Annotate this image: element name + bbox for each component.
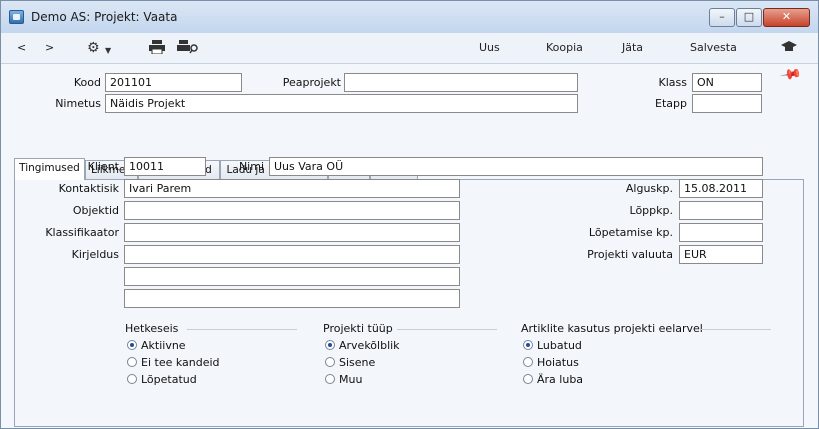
type-radio-internal[interactable]: Sisene bbox=[325, 356, 375, 369]
class-field[interactable]: ON bbox=[692, 73, 762, 92]
client-name-field[interactable]: Uus Vara OÜ bbox=[269, 157, 763, 176]
classifier-label: Klassifikaator bbox=[45, 226, 119, 239]
radio-selected-icon bbox=[127, 340, 137, 350]
radio-icon bbox=[523, 374, 533, 384]
code-field[interactable]: 201101 bbox=[105, 73, 242, 92]
window: Demo AS: Projekt: Vaata – □ ✕ < > ⚙ ▼ Uu… bbox=[0, 0, 819, 429]
radio-selected-icon bbox=[523, 340, 533, 350]
currency-field[interactable]: EUR bbox=[679, 245, 763, 264]
end-date-label: Lõppkp. bbox=[629, 204, 673, 217]
name-label: Nimetus bbox=[55, 97, 101, 110]
type-radio-other[interactable]: Muu bbox=[325, 373, 362, 386]
classifier-field[interactable] bbox=[124, 223, 460, 242]
items-radio-allowed[interactable]: Lubatud bbox=[523, 339, 582, 352]
app-icon bbox=[9, 10, 24, 24]
type-group-title: Projekti tüüp bbox=[323, 322, 393, 335]
description-field-3[interactable] bbox=[124, 289, 460, 308]
currency-label: Projekti valuuta bbox=[587, 248, 673, 261]
save-button[interactable]: Salvesta bbox=[690, 41, 737, 54]
items-group-divider bbox=[701, 329, 771, 330]
end-date-field[interactable] bbox=[679, 201, 763, 220]
objects-field[interactable] bbox=[124, 201, 460, 220]
contact-label: Kontaktisik bbox=[58, 182, 119, 195]
start-date-label: Alguskp. bbox=[625, 182, 673, 195]
finish-date-field[interactable] bbox=[679, 223, 763, 242]
main-project-field[interactable] bbox=[344, 73, 578, 92]
class-label: Klass bbox=[658, 76, 687, 89]
description-field-2[interactable] bbox=[124, 267, 460, 286]
status-group-divider bbox=[187, 329, 297, 330]
status-radio-finished[interactable]: Lõpetatud bbox=[127, 373, 197, 386]
type-option-label: Sisene bbox=[339, 356, 376, 369]
title-bar: Demo AS: Projekt: Vaata – □ ✕ bbox=[1, 1, 818, 33]
items-radio-warning[interactable]: Hoiatus bbox=[523, 356, 579, 369]
main-project-label: Peaprojekt bbox=[282, 76, 341, 89]
description-label: Kirjeldus bbox=[71, 248, 119, 261]
items-option-label: Ära luba bbox=[537, 373, 584, 386]
forward-button[interactable]: > bbox=[45, 41, 54, 54]
client-name-label: Nimi bbox=[238, 160, 264, 173]
contact-field[interactable]: Ivari Parem bbox=[124, 179, 460, 198]
pin-icon[interactable]: 📌 bbox=[779, 63, 802, 86]
items-option-label: Lubatud bbox=[537, 339, 582, 352]
radio-icon bbox=[523, 357, 533, 367]
skip-button[interactable]: Jäta bbox=[622, 41, 643, 54]
toolbar: < > ⚙ ▼ Uus Koopia Jäta Salvesta bbox=[1, 33, 818, 64]
close-button[interactable]: ✕ bbox=[763, 8, 810, 27]
chevron-down-icon[interactable]: ▼ bbox=[105, 43, 111, 59]
type-option-label: Muu bbox=[339, 373, 363, 386]
help-hat-icon[interactable] bbox=[781, 41, 797, 57]
new-button[interactable]: Uus bbox=[479, 41, 500, 54]
code-label: Kood bbox=[73, 76, 101, 89]
gear-icon[interactable]: ⚙ bbox=[87, 40, 100, 56]
back-button[interactable]: < bbox=[17, 41, 26, 54]
copy-button[interactable]: Koopia bbox=[546, 41, 583, 54]
finish-date-label: Lõpetamise kp. bbox=[588, 226, 673, 239]
radio-selected-icon bbox=[325, 340, 335, 350]
stage-label: Etapp bbox=[655, 97, 687, 110]
status-group-title: Hetkeseis bbox=[125, 322, 179, 335]
radio-icon bbox=[325, 374, 335, 384]
description-field-1[interactable] bbox=[124, 245, 460, 264]
status-radio-active[interactable]: Aktiivne bbox=[127, 339, 186, 352]
minimize-button[interactable]: – bbox=[709, 8, 735, 27]
items-group-title: Artiklite kasutus projekti eelarvel bbox=[521, 322, 703, 335]
stage-field[interactable] bbox=[692, 94, 762, 113]
client-field[interactable]: 10011 bbox=[124, 157, 206, 176]
start-date-field[interactable]: 15.08.2011 bbox=[679, 179, 763, 198]
items-option-label: Hoiatus bbox=[537, 356, 579, 369]
print-preview-icon[interactable] bbox=[177, 40, 199, 58]
print-icon[interactable] bbox=[149, 40, 165, 58]
name-field[interactable]: Näidis Projekt bbox=[105, 94, 578, 113]
status-option-label: Ei tee kandeid bbox=[141, 356, 220, 369]
type-group-divider bbox=[397, 329, 497, 330]
maximize-button[interactable]: □ bbox=[736, 8, 762, 27]
radio-icon bbox=[127, 357, 137, 367]
status-option-label: Aktiivne bbox=[141, 339, 186, 352]
status-radio-no-entries[interactable]: Ei tee kandeid bbox=[127, 356, 220, 369]
tab-tingimused[interactable]: Tingimused bbox=[14, 158, 85, 180]
type-option-label: Arvekõlblik bbox=[339, 339, 400, 352]
status-option-label: Lõpetatud bbox=[141, 373, 197, 386]
window-title: Demo AS: Projekt: Vaata bbox=[31, 10, 178, 24]
radio-icon bbox=[127, 374, 137, 384]
items-radio-deny[interactable]: Ära luba bbox=[523, 373, 583, 386]
radio-icon bbox=[325, 357, 335, 367]
objects-label: Objektid bbox=[72, 204, 119, 217]
type-radio-billable[interactable]: Arvekõlblik bbox=[325, 339, 400, 352]
